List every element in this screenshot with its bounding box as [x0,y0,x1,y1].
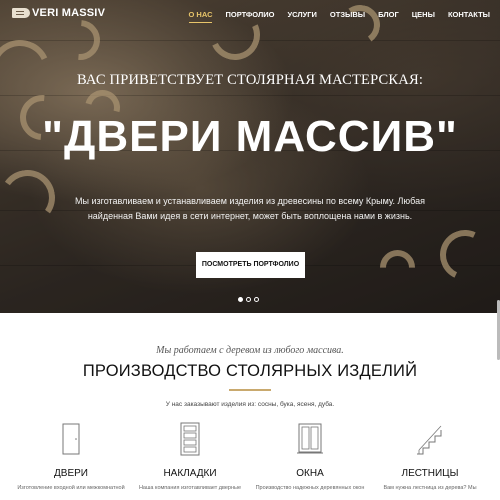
nav-item-prices[interactable]: ЦЕНЫ [412,10,435,19]
service-description: Изготовление входной или межкомнатной дв… [17,485,125,491]
section-note: У нас заказывают изделия из: сосны, бука… [165,401,335,408]
service-description: Наша компания изготавливает дверные накл… [138,485,242,491]
door-logo-icon [12,8,30,18]
door-panels-icon [175,420,205,458]
hero-subtitle: ВАС ПРИВЕТСТВУЕТ СТОЛЯРНАЯ МАСТЕРСКАЯ: [76,72,424,88]
nav-item-services[interactable]: УСЛУГИ [287,10,316,19]
section-tagline: Мы работаем с деревом из любого массива. [156,345,344,356]
service-door-panels[interactable]: НАКЛАДКИ Наша компания изготавливает две… [130,420,250,493]
service-description: Вам нужна лестница из дерева? Мы изготов… [383,485,477,491]
nav-item-reviews[interactable]: ОТЗЫВЫ [330,10,365,19]
services-list: ДВЕРИ Изготовление входной или межкомнат… [0,420,500,500]
slide-dot-1[interactable] [238,297,243,302]
slide-dot-3[interactable] [254,297,259,302]
service-description: Производство надежных деревянных окон в [255,485,365,491]
slide-dot-2[interactable] [246,297,251,302]
hero-description: Мы изготавливаем и устанавливаем изделия… [74,196,425,221]
window-icon [295,420,325,458]
hero-banner: ВАС ПРИВЕТСТВУЕТ СТОЛЯРНАЯ МАСТЕРСКАЯ: "… [0,0,500,313]
door-icon [56,420,86,458]
service-windows[interactable]: ОКНА Производство надежных деревянных ок… [250,420,370,493]
service-name: ОКНА [296,468,324,479]
slider-dots [238,297,262,302]
hero-title: "ДВЕРИ МАССИВ" [42,112,458,161]
title-divider [229,389,271,391]
service-stairs[interactable]: ЛЕСТНИЦЫ Вам нужна лестница из дерева? М… [370,420,490,493]
nav-item-contacts[interactable]: КОНТАКТЫ [448,10,490,19]
nav-item-about[interactable]: О НАС [188,10,212,23]
service-doors[interactable]: ДВЕРИ Изготовление входной или межкомнат… [11,420,131,493]
section-title: ПРОИЗВОДСТВО СТОЛЯРНЫХ ИЗДЕЛИЙ [82,362,418,380]
nav-item-blog[interactable]: БЛОГ [378,10,399,19]
service-name: НАКЛАДКИ [163,468,217,479]
service-name: ДВЕРИ [54,468,88,479]
logo[interactable]: VERI MASSIV [12,7,105,19]
service-name: ЛЕСТНИЦЫ [401,468,459,479]
top-navigation: VERI MASSIV О НАС ПОРТФОЛИО УСЛУГИ ОТЗЫВ… [0,0,500,30]
stairs-icon [415,420,445,458]
nav-menu: О НАС ПОРТФОЛИО УСЛУГИ ОТЗЫВЫ БЛОГ ЦЕНЫ … [176,10,490,23]
nav-item-portfolio[interactable]: ПОРТФОЛИО [225,10,274,19]
view-portfolio-button[interactable]: ПОСМОТРЕТЬ ПОРТФОЛИО [196,252,305,278]
logo-text: VERI MASSIV [32,7,106,19]
